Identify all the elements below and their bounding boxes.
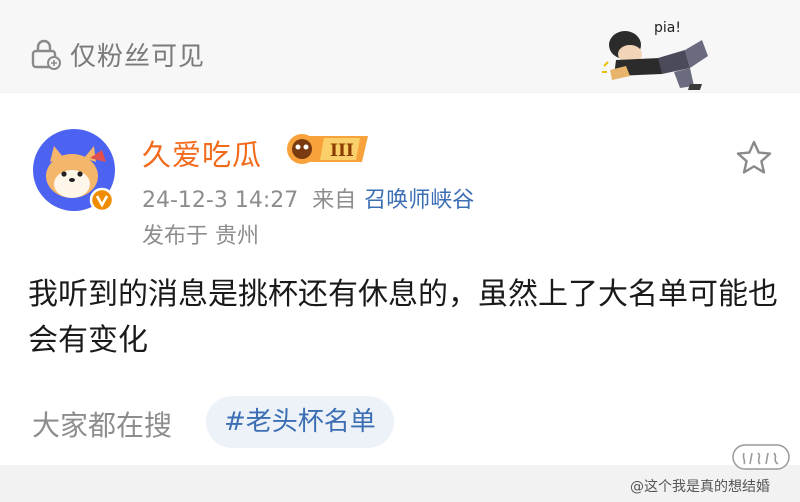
from-label: 来自 bbox=[312, 188, 357, 213]
pia-sticker-image: pia! bbox=[602, 20, 708, 90]
author-name[interactable]: 久爱吃瓜 bbox=[142, 132, 262, 174]
verified-icon bbox=[89, 187, 115, 213]
post-source-link[interactable]: 召唤师峡谷 bbox=[364, 188, 474, 213]
visibility-bar: 仅粉丝可见 pia! bbox=[0, 0, 800, 92]
avatar[interactable] bbox=[32, 128, 118, 214]
post-timestamp: 24-12-3 14:27 bbox=[142, 188, 299, 213]
trending-search-label: 大家都在搜 bbox=[32, 409, 173, 442]
post-meta: 24-12-3 14:27 来自 召唤师峡谷 bbox=[142, 182, 474, 214]
post-text: 我听到的消息是挑杯还有休息的，虽然上了大名单可能也会有变化 bbox=[28, 277, 778, 358]
favorite-star-icon[interactable] bbox=[734, 138, 774, 178]
lock-icon bbox=[31, 39, 61, 70]
badge-level-text: III bbox=[330, 141, 354, 161]
watermark-text: @这个我是真的想结婚 bbox=[630, 479, 770, 495]
trending-topic-chip[interactable]: #老头杯名单 bbox=[206, 396, 394, 448]
svg-text:pia!: pia! bbox=[654, 20, 681, 36]
visibility-label: 仅粉丝可见 bbox=[70, 42, 206, 72]
watermark-logo-image bbox=[732, 444, 790, 470]
post-location: 发布于 贵州 bbox=[142, 224, 259, 249]
level-badge: III bbox=[287, 134, 368, 164]
